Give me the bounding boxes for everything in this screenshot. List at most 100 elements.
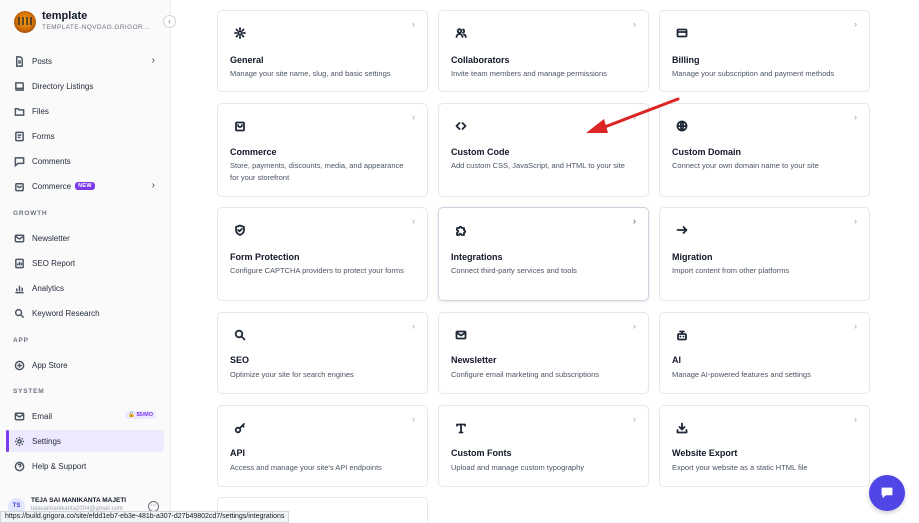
chat-widget-button[interactable] [869,475,905,511]
credit-card-icon [672,23,692,43]
sidebar-item-email[interactable]: Email 🔒 $5/MO [6,405,164,427]
folder-icon [13,105,25,117]
download-icon [672,418,692,438]
sidebar-item-label: Files [32,106,49,116]
user-name: TEJA SAI MANIKANTA MAJETI [31,497,127,504]
workspace-subtitle: TEMPLATE-NQVDAG.GRIGOR... [42,24,150,31]
arrow-right-icon [672,220,692,240]
settings-card-integrations[interactable]: › Integrations Connect third-party servi… [438,207,649,301]
form-icon [13,130,25,142]
sidebar-item-keyword-research[interactable]: Keyword Research [6,302,164,324]
chevron-right-icon[interactable]: › [152,180,155,191]
settings-card-form-protection[interactable]: › Form Protection Configure CAPTCHA prov… [217,207,428,301]
workspace-switcher[interactable]: template TEMPLATE-NQVDAG.GRIGOR... ⌄ [14,10,169,35]
comment-icon [13,155,25,167]
card-title: General [230,55,264,65]
sidebar-item-help-support[interactable]: Help & Support [6,455,164,477]
search-icon [13,307,25,319]
card-description: Manage your site name, slug, and basic s… [230,69,391,78]
sidebar-item-comments[interactable]: Comments [6,150,164,172]
card-description: Optimize your site for search engines [230,370,354,379]
card-title: SEO [230,355,250,365]
report-icon [13,257,25,269]
card-title: Website Export [672,448,738,458]
chevron-right-icon: › [854,321,857,331]
card-title: Form Protection [230,252,300,262]
settings-card-seo[interactable]: › SEO Optimize your site for search engi… [217,312,428,394]
settings-card-newsletter[interactable]: › Newsletter Configure email marketing a… [438,312,649,394]
shopping-bag-icon [13,180,25,192]
chevron-right-icon: › [633,414,636,424]
card-title: Migration [672,252,713,262]
card-title: Newsletter [451,355,497,365]
settings-card-commerce[interactable]: › Commerce Store, payments, discounts, m… [217,103,428,197]
settings-card-collaborators[interactable]: › Collaborators Invite team members and … [438,10,649,92]
sidebar-item-posts[interactable]: Posts › [6,50,164,72]
sidebar-item-label: SEO Report [32,258,76,268]
sidebar-item-settings[interactable]: Settings [6,430,164,452]
sidebar-item-files[interactable]: Files [6,100,164,122]
sidebar-item-label: Comments [32,156,71,166]
settings-card-api[interactable]: › API Access and manage your site's API … [217,405,428,487]
chevron-right-icon[interactable]: › [152,55,155,66]
search-icon [230,325,250,345]
chevron-right-icon: › [633,321,636,331]
sidebar-item-app-store[interactable]: App Store [6,354,164,376]
card-description: Access and manage your site's API endpoi… [230,463,382,472]
sidebar-item-label: Commerce [32,181,72,191]
mail-icon [13,232,25,244]
card-description: Connect third-party services and tools [451,266,577,275]
section-label-growth: GROWTH [13,210,48,217]
annotation-arrow [586,97,680,133]
robot-icon [672,325,692,345]
settings-card-ai[interactable]: › AI Manage AI-powered features and sett… [659,312,870,394]
chevron-right-icon: › [854,414,857,424]
collapse-sidebar-button[interactable]: ‹ [163,15,176,28]
settings-card-website-export[interactable]: › Website Export Export your website as … [659,405,870,487]
card-description: Import content from other platforms [672,266,790,275]
sidebar-item-label: App Store [32,360,68,370]
chevron-right-icon: › [412,19,415,29]
card-title: Integrations [451,252,503,262]
card-title: Custom Fonts [451,448,512,458]
sidebar-item-label: Posts [32,56,53,66]
sidebar-item-newsletter[interactable]: Newsletter [6,227,164,249]
card-description: Configure CAPTCHA providers to protect y… [230,266,404,275]
card-description: Manage AI-powered features and settings [672,370,811,379]
key-icon [230,418,250,438]
chevron-right-icon: › [854,19,857,29]
card-description: Manage your subscription and payment met… [672,69,835,78]
sidebar-item-seo-report[interactable]: SEO Report [6,252,164,274]
card-description: Upload and manage custom typography [451,463,585,472]
card-description: Add custom CSS, JavaScript, and HTML to … [451,161,625,170]
chevron-right-icon: › [412,216,415,226]
code-icon [451,116,471,136]
settings-card-billing[interactable]: › Billing Manage your subscription and p… [659,10,870,92]
sidebar-item-forms[interactable]: Forms [6,125,164,147]
card-description: Configure email marketing and subscripti… [451,370,599,379]
chevron-right-icon: › [412,112,415,122]
type-icon [451,418,471,438]
sidebar-item-label: Analytics [32,283,65,293]
sidebar-item-label: Keyword Research [32,308,100,318]
active-indicator [6,430,9,452]
section-label-app: APP [13,337,29,344]
app-store-icon [13,359,25,371]
chart-icon [13,282,25,294]
section-label-system: SYSTEM [13,388,45,395]
sidebar-item-label: Newsletter [32,233,70,243]
mail-icon [451,325,471,345]
help-icon [13,460,25,472]
card-title: Custom Code [451,147,510,157]
chevron-right-icon: › [412,321,415,331]
settings-card-general[interactable]: › General Manage your site name, slug, a… [217,10,428,92]
sidebar-item-directory-listings[interactable]: Directory Listings [6,75,164,97]
settings-card-custom-domain[interactable]: › Custom Domain Connect your own domain … [659,103,870,197]
sidebar-item-commerce[interactable]: Commerce NEW › [6,175,164,197]
settings-card-custom-fonts[interactable]: › Custom Fonts Upload and manage custom … [438,405,649,487]
settings-card-migration[interactable]: › Migration Import content from other pl… [659,207,870,301]
sidebar-item-label: Settings [32,436,61,446]
status-bar-url: https://build.grigora.co/site/efdd1eb7-e… [0,511,290,523]
sidebar-item-analytics[interactable]: Analytics [6,277,164,299]
chevron-right-icon: › [854,112,857,122]
